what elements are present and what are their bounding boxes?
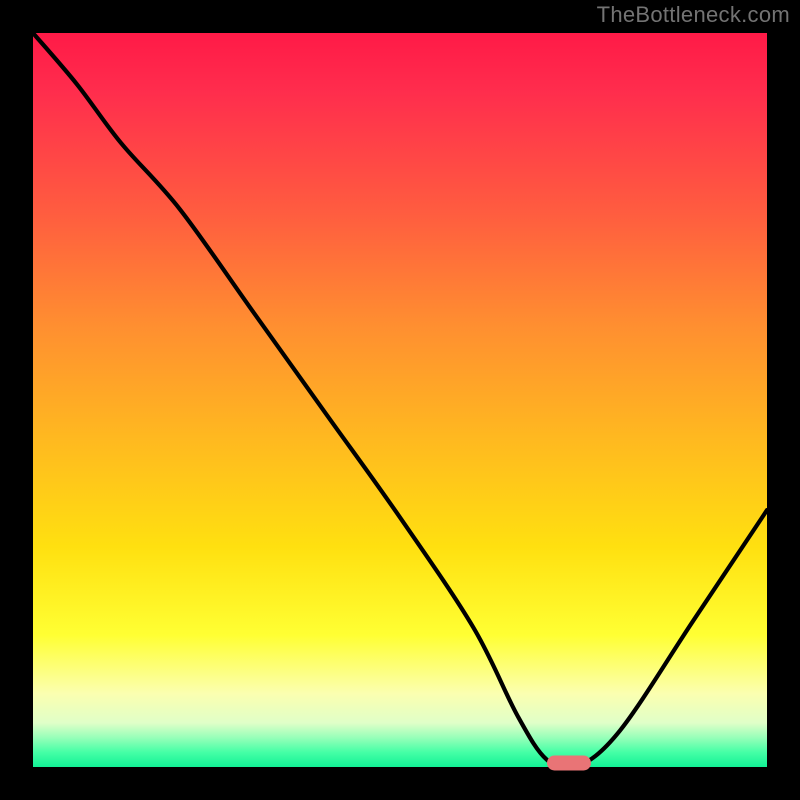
plot-area bbox=[33, 33, 767, 767]
bottleneck-curve bbox=[33, 33, 767, 767]
watermark-text: TheBottleneck.com bbox=[597, 2, 790, 28]
chart-container: TheBottleneck.com bbox=[0, 0, 800, 800]
optimal-marker bbox=[547, 756, 591, 771]
